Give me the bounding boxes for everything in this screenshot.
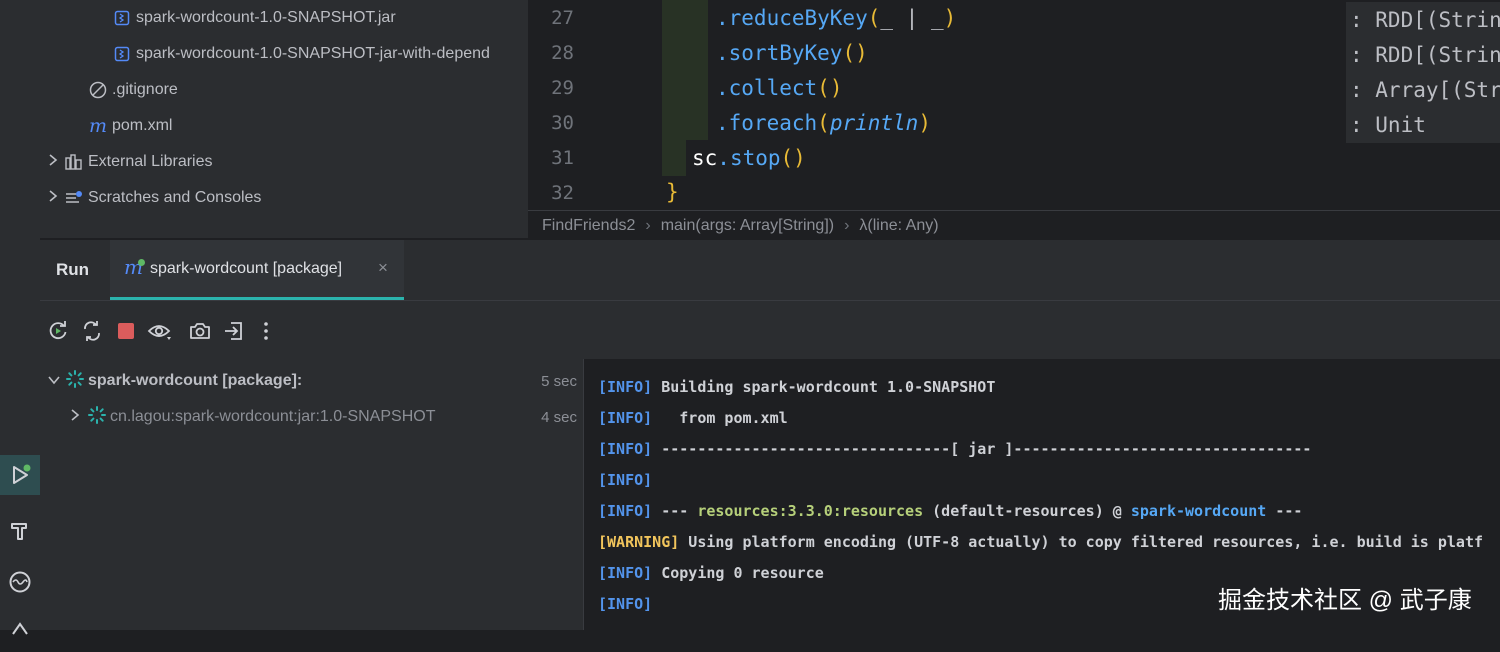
export-icon — [225, 322, 242, 340]
indent-guide-shade — [662, 0, 708, 140]
toggle-offline-button[interactable] — [80, 319, 104, 343]
build-tree-label: spark-wordcount [package]: — [88, 372, 303, 389]
rerun-button[interactable] — [46, 319, 70, 343]
run-toolbar — [40, 301, 1500, 359]
code-line: .collect() — [716, 76, 843, 100]
line-number: 31 — [551, 147, 574, 169]
run-icon — [13, 464, 31, 484]
library-icon — [64, 152, 84, 172]
tree-item-label: .gitignore — [112, 81, 178, 98]
tree-item-label: pom.xml — [112, 117, 173, 134]
indent-guide-shade — [662, 140, 686, 176]
chevron-right-icon[interactable] — [48, 153, 64, 171]
tree-item-external-libraries[interactable]: External Libraries — [48, 144, 213, 180]
line-number: 29 — [551, 77, 574, 99]
run-tab-bar: Run m spark-wordcount [package] × — [40, 240, 1500, 301]
stop-button[interactable] — [114, 319, 138, 343]
breadcrumb-item[interactable]: FindFriends2 — [542, 217, 635, 235]
services-icon — [9, 571, 31, 593]
close-icon[interactable]: × — [378, 258, 388, 278]
tree-item-scratches[interactable]: Scratches and Consoles — [48, 180, 261, 216]
git-icon — [12, 622, 28, 635]
tab-label: spark-wordcount [package] — [150, 260, 343, 277]
line-number-gutter: 27 28 29 30 31 32 — [528, 0, 640, 210]
spinner-icon — [66, 369, 88, 393]
eye-icon — [147, 325, 171, 340]
spinner-icon — [88, 405, 110, 429]
tree-item-jar-with-dependencies[interactable]: spark-wordcount-1.0-SNAPSHOT-jar-with-de… — [112, 36, 490, 72]
jar-file-icon — [112, 8, 132, 28]
watermark: 掘金技术社区 @ 武子康 — [1218, 587, 1472, 614]
run-panel-title: Run — [56, 260, 90, 279]
type-hint: : RDD[(String — [1346, 37, 1500, 73]
build-tree-row[interactable]: spark-wordcount [package]: 5 sec — [48, 363, 583, 399]
chevron-right-icon[interactable] — [70, 408, 88, 426]
breadcrumb-separator-icon: › — [645, 216, 651, 234]
build-duration: 5 sec — [541, 372, 577, 390]
hammer-icon — [11, 523, 27, 540]
line-number: 32 — [551, 182, 574, 204]
export-button[interactable] — [222, 319, 246, 343]
type-hint: : Array[(Stri — [1346, 72, 1500, 108]
show-output-button[interactable] — [146, 319, 174, 343]
console-line: [INFO] --- resources:3.3.0:resources (de… — [598, 502, 1303, 520]
type-hint: : RDD[(String — [1346, 2, 1500, 38]
code-line: sc.stop() — [692, 146, 806, 170]
line-number: 27 — [551, 7, 574, 29]
build-tree-label: cn.lagou:spark-wordcount:jar:1.0-SNAPSHO… — [110, 408, 436, 425]
breadcrumb-item[interactable]: λ(line: Any) — [859, 217, 938, 235]
running-indicator-icon — [138, 259, 145, 266]
line-number: 28 — [551, 42, 574, 64]
tree-item-label: spark-wordcount-1.0-SNAPSHOT.jar — [136, 9, 396, 26]
project-tree: spark-wordcount-1.0-SNAPSHOT.jar spark-w… — [40, 0, 528, 238]
services-tool-button[interactable] — [0, 562, 40, 602]
more-vertical-icon — [264, 322, 268, 340]
jar-file-icon — [112, 44, 132, 64]
build-duration: 4 sec — [541, 408, 577, 426]
type-hint: : Unit — [1346, 107, 1500, 143]
tree-item-jar[interactable]: spark-wordcount-1.0-SNAPSHOT.jar — [112, 0, 396, 36]
git-tool-button[interactable] — [0, 612, 40, 652]
camera-icon — [190, 323, 210, 339]
toggle-icon — [84, 321, 100, 341]
console-line: [INFO] — [598, 471, 653, 489]
console-line: [INFO] from pom.xml — [598, 409, 788, 427]
code-line: .reduceByKey(_ | _) — [716, 6, 957, 30]
tree-item-label: External Libraries — [88, 153, 213, 170]
run-tool-button[interactable] — [0, 455, 40, 495]
tree-item-label: Scratches and Consoles — [88, 189, 262, 206]
code-line: .sortByKey() — [716, 41, 868, 65]
code-editor[interactable]: .reduceByKey(_ | _) .sortByKey() .collec… — [640, 0, 1500, 210]
rerun-icon — [49, 321, 67, 340]
chevron-right-icon[interactable] — [48, 189, 64, 207]
more-options-button[interactable] — [254, 319, 278, 343]
code-line: } — [666, 180, 679, 204]
maven-icon: m — [88, 115, 108, 137]
ignore-file-icon — [88, 80, 108, 100]
code-line: .foreach(println) — [716, 111, 931, 135]
line-number: 30 — [551, 112, 574, 134]
chevron-down-icon[interactable] — [48, 372, 66, 390]
console-line: [INFO] Building spark-wordcount 1.0-SNAP… — [598, 378, 996, 396]
build-tree: spark-wordcount [package]: 5 sec cn.lago… — [40, 359, 584, 630]
breadcrumb-item[interactable]: main(args: Array[String]) — [661, 217, 834, 235]
stop-icon — [118, 323, 134, 339]
tab-spark-wordcount-package[interactable]: m spark-wordcount [package] × — [110, 240, 404, 300]
breadcrumb-separator-icon: › — [844, 216, 850, 234]
screenshot-button[interactable] — [188, 319, 212, 343]
tree-item-pom[interactable]: m pom.xml — [88, 108, 172, 144]
breadcrumb: FindFriends2 › main(args: Array[String])… — [528, 210, 1500, 240]
tree-item-gitignore[interactable]: .gitignore — [88, 72, 178, 108]
tool-window-strip — [0, 0, 41, 635]
console-line: [INFO] --------------------------------[… — [598, 440, 1312, 458]
console-line: [WARNING] Using platform encoding (UTF-8… — [598, 533, 1484, 551]
scratches-icon — [64, 188, 84, 208]
build-tree-row[interactable]: cn.lagou:spark-wordcount:jar:1.0-SNAPSHO… — [70, 399, 583, 435]
console-line: [INFO] Copying 0 resource — [598, 564, 824, 582]
build-tool-button[interactable] — [0, 510, 40, 550]
tree-item-label: spark-wordcount-1.0-SNAPSHOT-jar-with-de… — [136, 45, 490, 62]
console-line: [INFO] — [598, 595, 653, 613]
